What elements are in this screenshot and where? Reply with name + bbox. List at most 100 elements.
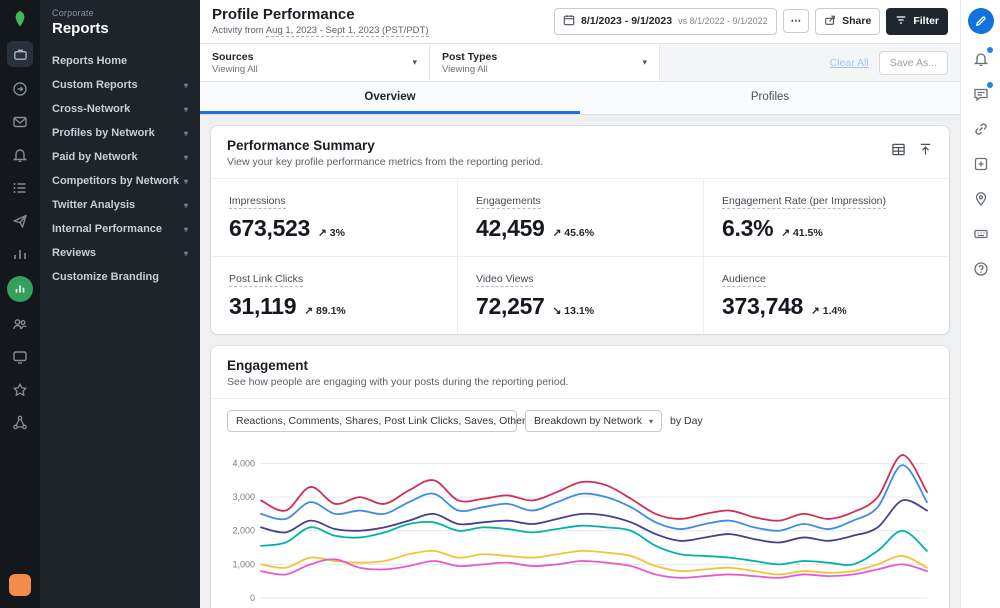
app: Corporate Reports Reports HomeCustom Rep… (0, 0, 1000, 608)
sidebar-item-cross-network[interactable]: Cross-Network ▾ (40, 97, 200, 121)
sidebar-item-label: Customize Branding (52, 271, 159, 283)
chevron-down-icon: ▾ (184, 177, 188, 186)
people-icon[interactable] (9, 313, 31, 335)
engagement-card-header: Engagement See how people are engaging w… (211, 346, 949, 399)
reports-icon-active[interactable] (7, 276, 33, 302)
metric-post-link-clicks: Post Link Clicks31,119↗ 89.1% (211, 256, 457, 334)
bell-icon[interactable] (9, 144, 31, 166)
sidebar-item-profiles-by-network[interactable]: Profiles by Network ▾ (40, 121, 200, 145)
tab-profiles[interactable]: Profiles (580, 82, 960, 114)
analytics-icon[interactable] (9, 243, 31, 265)
engagement-controls: Reactions, Comments, Shares, Post Link C… (211, 399, 949, 436)
sidebar-item-reports-home[interactable]: Reports Home (40, 49, 200, 73)
metric-select-value: Reactions, Comments, Shares, Post Link C… (236, 415, 558, 427)
compose-button[interactable] (968, 8, 994, 34)
sources-value: Viewing All (212, 64, 258, 75)
metric-label: Audience (722, 273, 766, 287)
sidebar-item-label: Profiles by Network (52, 127, 155, 139)
metric-trend-up: ↗ 1.4% (811, 305, 847, 317)
tab-overview[interactable]: Overview (200, 82, 580, 114)
chevron-down-icon: ▾ (642, 57, 647, 68)
sidebar-item-label: Custom Reports (52, 79, 138, 91)
keyboard-icon[interactable] (971, 224, 991, 244)
engagement-card-titles: Engagement See how people are engaging w… (227, 358, 568, 388)
share-button[interactable]: Share (815, 8, 880, 35)
help-icon[interactable] (971, 259, 991, 279)
metric-select[interactable]: Reactions, Comments, Shares, Post Link C… (227, 410, 517, 432)
sidebar-item-reviews[interactable]: Reviews ▾ (40, 241, 200, 265)
date-range-button[interactable]: 8/1/2023 - 9/1/2023 vs 8/1/2022 - 9/1/20… (554, 8, 777, 35)
metric-trend-down: ↘ 13.1% (553, 305, 595, 317)
metric-value: 373,748 (722, 293, 803, 320)
engagement-card: Engagement See how people are engaging w… (210, 345, 950, 608)
sidebar-section-label: Corporate (52, 8, 188, 18)
save-as-button[interactable]: Save As... (879, 51, 948, 75)
sprout-logo (9, 8, 31, 30)
table-view-icon[interactable] (891, 142, 906, 162)
filter-icon (895, 14, 907, 29)
sources-dropdown[interactable]: Sources Viewing All ▾ (200, 44, 430, 81)
sidebar-item-label: Competitors by Network (52, 175, 179, 187)
page-header-left: Profile Performance Activity from Aug 1,… (212, 6, 429, 36)
export-icon[interactable] (918, 142, 933, 162)
filter-bar: Sources Viewing All ▾ Post Types Viewing… (200, 44, 960, 82)
feedback-icon[interactable] (971, 84, 991, 104)
engagement-description: See how people are engaging with your po… (227, 376, 568, 388)
chevron-down-icon: ▾ (184, 105, 188, 114)
sidebar-item-label: Reviews (52, 247, 96, 259)
sidebar-item-custom-reports[interactable]: Custom Reports ▾ (40, 73, 200, 97)
share-icon (824, 14, 836, 29)
metric-engagements: Engagements42,459↗ 45.6% (457, 179, 703, 256)
sources-dropdown-text: Sources Viewing All (212, 51, 258, 75)
main-content: Profile Performance Activity from Aug 1,… (200, 0, 960, 608)
date-range-value: 8/1/2023 - 9/1/2023 (581, 15, 672, 27)
metric-impressions: Impressions673,523↗ 3% (211, 179, 457, 256)
summary-card-header: Performance Summary View your key profil… (211, 126, 949, 179)
metrics-grid: Impressions673,523↗ 3%Engagements42,459↗… (211, 179, 949, 334)
metric-label: Video Views (476, 273, 533, 287)
breakdown-select-value: Breakdown by Network (534, 415, 642, 427)
chevron-down-icon: ▾ (184, 81, 188, 90)
sidebar-item-paid-by-network[interactable]: Paid by Network▾ (40, 145, 200, 169)
add-window-icon[interactable] (971, 154, 991, 174)
chevron-down-icon: ▾ (184, 249, 188, 258)
briefcase-icon[interactable] (7, 41, 33, 67)
sidebar-item-label: Cross-Network (52, 103, 130, 115)
page-title: Profile Performance (212, 6, 429, 23)
share-label: Share (842, 15, 871, 27)
notifications-bell-icon[interactable] (971, 49, 991, 69)
sidebar-item-twitter-analysis[interactable]: Twitter Analysis▾ (40, 193, 200, 217)
sidebar-item-internal-performance[interactable]: Internal Performance▾ (40, 217, 200, 241)
tasks-icon[interactable] (9, 177, 31, 199)
svg-text:2,000: 2,000 (232, 526, 255, 536)
metric-engagement-rate-per-impression: Engagement Rate (per Impression)6.3%↗ 41… (703, 179, 949, 256)
location-pin-icon[interactable] (971, 189, 991, 209)
integrations-icon[interactable] (9, 412, 31, 434)
sidebar-item-customize-branding[interactable]: Customize Branding (40, 265, 200, 289)
star-icon[interactable] (9, 379, 31, 401)
chart-wrapper: 01,0002,0003,0004,0001234567891011121314… (211, 436, 949, 608)
inbox-icon[interactable] (9, 78, 31, 100)
metric-trend-up: ↗ 3% (318, 227, 345, 239)
summary-card-titles: Performance Summary View your key profil… (227, 138, 543, 168)
publishing-icon[interactable] (9, 210, 31, 232)
more-options-button[interactable]: ⋯ (783, 9, 810, 33)
metric-label: Post Link Clicks (229, 273, 303, 287)
clear-all-link[interactable]: Clear All (830, 57, 869, 69)
sidebar-item-competitors-by-network[interactable]: Competitors by Network ▾ (40, 169, 200, 193)
calendar-icon (563, 14, 575, 29)
page-header-actions: 8/1/2023 - 9/1/2023 vs 8/1/2022 - 9/1/20… (554, 8, 948, 35)
user-avatar[interactable] (9, 574, 31, 596)
metric-video-views: Video Views72,257↘ 13.1% (457, 256, 703, 334)
monitor-icon[interactable] (9, 346, 31, 368)
post-types-dropdown[interactable]: Post Types Viewing All ▾ (430, 44, 660, 81)
envelope-icon[interactable] (9, 111, 31, 133)
metric-value: 42,459 (476, 215, 545, 242)
sidebar-nav: Reports HomeCustom Reports▾Cross-Network… (40, 49, 200, 289)
link-icon[interactable] (971, 119, 991, 139)
metric-trend-up: ↗ 45.6% (553, 227, 595, 239)
chevron-down-icon: ▾ (184, 153, 188, 162)
breakdown-select[interactable]: Breakdown by Network ▾ (525, 410, 662, 432)
filter-button[interactable]: Filter (886, 8, 948, 35)
chevron-down-icon: ▾ (184, 129, 188, 138)
